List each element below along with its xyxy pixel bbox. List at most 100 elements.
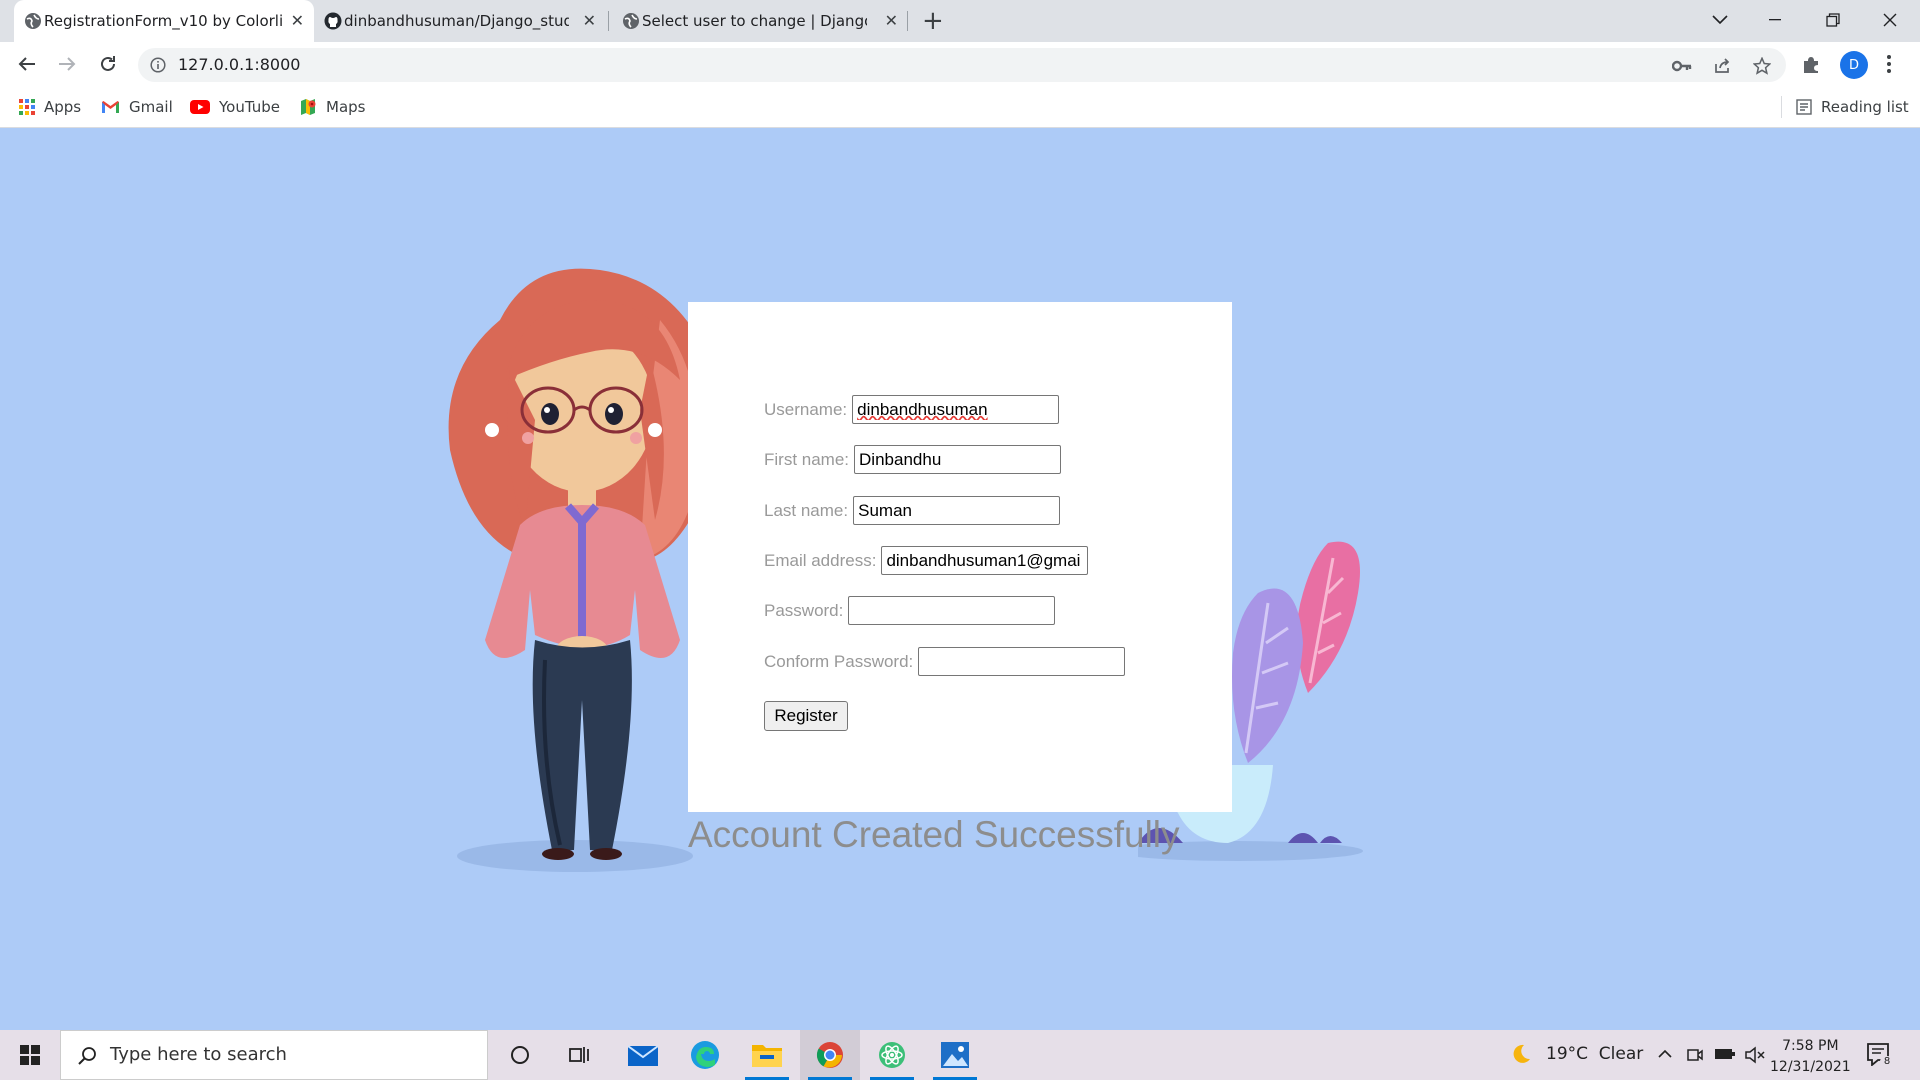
battery-icon[interactable] bbox=[1714, 1046, 1736, 1062]
globe-icon bbox=[623, 13, 639, 29]
bookmarks-bar: Apps Gmail YouTube Maps Reading list bbox=[0, 86, 1920, 128]
browser-menu-button[interactable] bbox=[1886, 54, 1892, 78]
maps-icon bbox=[301, 99, 316, 115]
bookmark-label: Apps bbox=[44, 98, 82, 116]
tab-registration-form[interactable]: RegistrationForm_v10 by Colorlib ✕ bbox=[14, 0, 314, 42]
reload-button[interactable] bbox=[94, 50, 122, 78]
close-icon bbox=[1883, 13, 1897, 27]
tab-separator bbox=[907, 11, 908, 31]
edge-icon bbox=[691, 1041, 719, 1069]
notification-count: 8 bbox=[1880, 1056, 1894, 1067]
chrome-icon bbox=[816, 1042, 843, 1068]
username-label: Username: bbox=[764, 399, 848, 419]
first-name-row: First name: bbox=[764, 445, 1062, 474]
start-button[interactable] bbox=[0, 1030, 60, 1080]
taskbar-search-box[interactable]: Type here to search bbox=[60, 1030, 488, 1080]
reading-list-button[interactable]: Reading list bbox=[1796, 96, 1909, 118]
last-name-input[interactable] bbox=[853, 496, 1061, 525]
arrow-right-icon bbox=[59, 57, 76, 71]
bookmark-star-icon[interactable] bbox=[1752, 56, 1772, 76]
tab-title: Select user to change | Django si bbox=[642, 12, 867, 30]
search-placeholder: Type here to search bbox=[110, 1044, 287, 1065]
photos-icon bbox=[941, 1042, 969, 1068]
taskbar-photos[interactable] bbox=[925, 1030, 985, 1080]
windows-taskbar: Type here to search 19°C Clear 7:58 PM 1… bbox=[0, 1030, 1920, 1080]
action-center-button[interactable]: 8 bbox=[1866, 1042, 1894, 1070]
key-icon[interactable] bbox=[1672, 56, 1692, 76]
tab-title: RegistrationForm_v10 by Colorlib bbox=[44, 12, 284, 30]
reading-list-label: Reading list bbox=[1821, 98, 1909, 116]
taskbar-edge[interactable] bbox=[675, 1030, 735, 1080]
email-input[interactable] bbox=[881, 546, 1089, 575]
tab-github-repo[interactable]: dinbandhusuman/Django_studen ✕ bbox=[314, 0, 606, 42]
close-tab-icon[interactable]: ✕ bbox=[291, 11, 304, 31]
share-icon[interactable] bbox=[1712, 56, 1732, 76]
bookmark-label: Gmail bbox=[129, 98, 173, 116]
task-view-button[interactable] bbox=[550, 1030, 610, 1080]
weather-widget[interactable]: 19°C Clear bbox=[1510, 1043, 1643, 1065]
username-row: Username: bbox=[764, 395, 1060, 424]
password-row: Password: bbox=[764, 596, 1056, 625]
girl-illustration bbox=[448, 268, 708, 872]
confirm-password-input[interactable] bbox=[918, 647, 1126, 676]
minimize-button[interactable] bbox=[1755, 6, 1795, 34]
system-clock[interactable]: 7:58 PM 12/31/2021 bbox=[1770, 1036, 1851, 1078]
reload-icon bbox=[101, 56, 115, 71]
github-icon bbox=[324, 12, 342, 30]
close-tab-icon[interactable]: ✕ bbox=[583, 11, 596, 31]
chevron-up-icon[interactable] bbox=[1657, 1046, 1673, 1062]
profile-avatar[interactable]: D bbox=[1840, 51, 1868, 79]
password-input[interactable] bbox=[848, 596, 1056, 625]
bookmark-youtube[interactable]: YouTube bbox=[190, 96, 280, 118]
tab-title: dinbandhusuman/Django_studen bbox=[344, 12, 569, 30]
meet-now-icon[interactable] bbox=[1686, 1046, 1704, 1064]
search-icon bbox=[78, 1047, 96, 1065]
url-text: 127.0.0.1:8000 bbox=[178, 55, 301, 74]
close-tab-icon[interactable]: ✕ bbox=[885, 11, 898, 31]
address-bar[interactable]: 127.0.0.1:8000 bbox=[138, 48, 1786, 82]
kebab-menu-icon bbox=[1887, 55, 1891, 73]
new-tab-button[interactable]: + bbox=[922, 7, 944, 35]
restore-icon bbox=[1826, 13, 1840, 27]
bookmark-label: Maps bbox=[326, 98, 366, 116]
folder-icon bbox=[752, 1045, 782, 1067]
taskbar-atom[interactable] bbox=[862, 1030, 922, 1080]
task-view-icon bbox=[569, 1047, 589, 1063]
bookmark-gmail[interactable]: Gmail bbox=[101, 96, 173, 118]
first-name-label: First name: bbox=[764, 449, 850, 469]
taskbar-chrome[interactable] bbox=[800, 1030, 860, 1080]
taskbar-file-explorer[interactable] bbox=[737, 1030, 797, 1080]
bookmark-maps[interactable]: Maps bbox=[299, 96, 365, 118]
windows-logo-icon bbox=[20, 1045, 40, 1065]
back-button[interactable] bbox=[13, 50, 41, 78]
info-icon[interactable] bbox=[150, 57, 166, 73]
bookmark-apps[interactable]: Apps bbox=[19, 96, 81, 118]
tab-search-button[interactable] bbox=[1700, 6, 1740, 34]
moon-icon bbox=[1513, 1044, 1530, 1063]
minimize-icon bbox=[1769, 19, 1781, 21]
arrow-left-icon bbox=[18, 57, 35, 71]
reading-list-icon bbox=[1796, 99, 1812, 115]
first-name-input[interactable] bbox=[854, 445, 1062, 474]
username-input[interactable] bbox=[852, 395, 1060, 424]
email-label: Email address: bbox=[764, 550, 877, 570]
taskbar-mail[interactable] bbox=[613, 1030, 673, 1080]
success-message: Account Created Successfully bbox=[688, 814, 1180, 855]
apps-grid-icon bbox=[19, 99, 35, 115]
last-name-row: Last name: bbox=[764, 496, 1061, 525]
bookmark-label: YouTube bbox=[219, 98, 280, 116]
chevron-down-icon bbox=[1712, 15, 1728, 25]
globe-icon bbox=[25, 13, 41, 29]
forward-button[interactable] bbox=[53, 50, 81, 78]
confirm-password-row: Conform Password: bbox=[764, 647, 1126, 676]
extensions-icon[interactable] bbox=[1801, 55, 1821, 75]
register-button[interactable]: Register bbox=[764, 701, 848, 731]
cortana-button[interactable] bbox=[490, 1030, 550, 1080]
speaker-muted-icon[interactable] bbox=[1745, 1046, 1765, 1064]
restore-button[interactable] bbox=[1813, 6, 1853, 34]
tab-django-admin[interactable]: Select user to change | Django si ✕ bbox=[612, 0, 908, 42]
confirm-password-label: Conform Password: bbox=[764, 651, 914, 671]
close-window-button[interactable] bbox=[1870, 6, 1910, 34]
mail-icon bbox=[628, 1045, 658, 1066]
gmail-icon bbox=[102, 101, 119, 113]
